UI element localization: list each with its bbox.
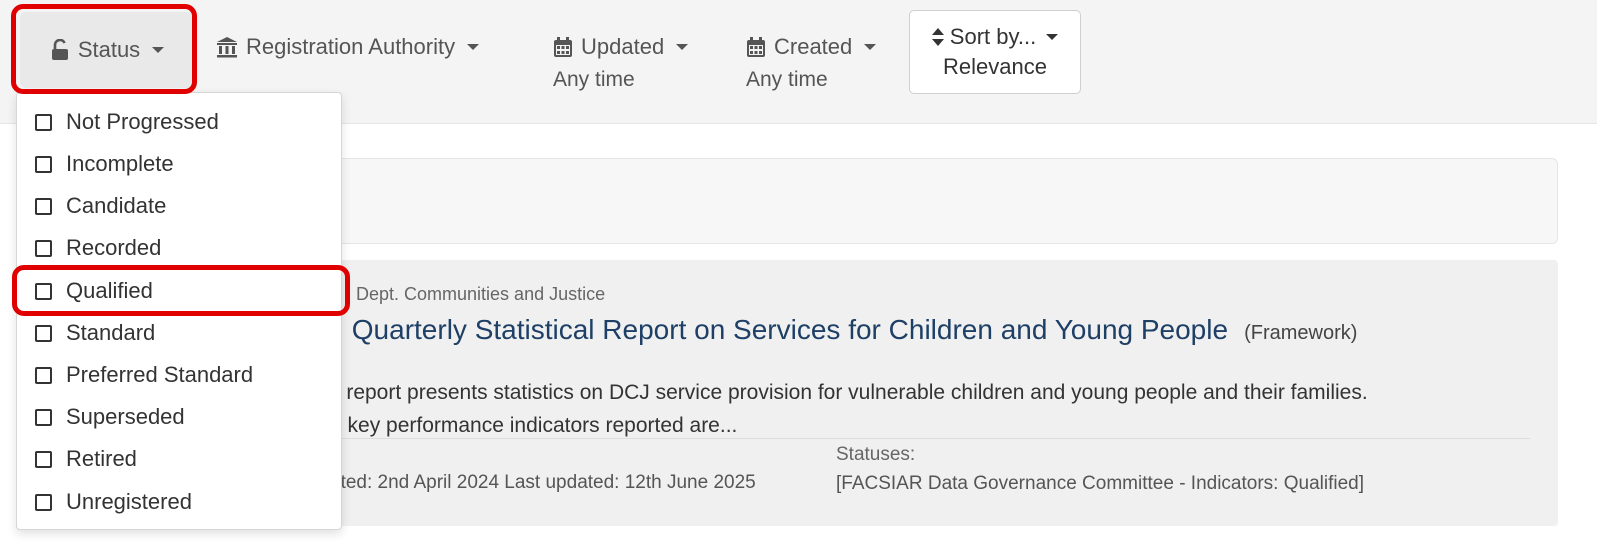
created-filter-button[interactable]: Created Any time (746, 34, 877, 91)
search-panel (330, 158, 1558, 244)
checkbox[interactable] (35, 408, 52, 426)
checkbox[interactable] (35, 450, 52, 468)
chevron-down-icon (1046, 34, 1059, 40)
calendar-icon (746, 36, 766, 58)
chevron-down-icon (152, 47, 165, 53)
status-option-label: Recorded (66, 235, 162, 260)
calendar-icon (553, 36, 573, 58)
updated-filter-label: Updated (581, 34, 665, 59)
status-option-label: Unregistered (66, 489, 192, 514)
status-option-recorded[interactable]: Recorded (35, 235, 161, 261)
sort-icon (931, 28, 944, 46)
result-organisation: Dept. Communities and Justice (356, 284, 606, 304)
status-filter-label: Status (77, 37, 141, 62)
updated-filter-value: Any time (553, 68, 635, 91)
status-option-candidate[interactable]: Candidate (35, 193, 166, 219)
chevron-down-icon (676, 44, 689, 50)
status-option-label: Superseded (66, 404, 185, 429)
status-option-preferred-standard[interactable]: Preferred Standard (35, 362, 253, 388)
result-description: s report presents statistics on DCJ serv… (330, 376, 1530, 442)
unlock-icon (50, 39, 70, 61)
sort-by-label: Sort by... (949, 24, 1037, 49)
chevron-down-icon (467, 44, 480, 50)
status-option-label: Standard (66, 320, 156, 345)
checkbox[interactable] (35, 155, 52, 173)
checkbox[interactable] (35, 239, 52, 257)
checkbox[interactable] (35, 197, 52, 215)
status-option-label: Not Progressed (66, 109, 219, 134)
divider (330, 438, 1530, 439)
status-option-retired[interactable]: Retired (35, 446, 137, 472)
registration-authority-label: Registration Authority (246, 34, 456, 59)
bank-icon (216, 36, 238, 58)
result-type: (Framework) (1244, 322, 1358, 344)
search-result-card: Dept. Communities and Justice J Quarterl… (330, 260, 1558, 526)
status-option-superseded[interactable]: Superseded (35, 404, 185, 430)
result-title-link[interactable]: J Quarterly Statistical Report on Servic… (330, 314, 1357, 346)
checkbox[interactable] (35, 113, 52, 131)
status-option-unregistered[interactable]: Unregistered (35, 489, 192, 515)
result-statuses-label: Statuses: (836, 444, 916, 465)
chevron-down-icon (864, 44, 877, 50)
status-option-label: Candidate (66, 193, 167, 218)
checkbox[interactable] (35, 366, 52, 384)
status-option-label: Retired (66, 446, 137, 471)
checkbox[interactable] (35, 493, 52, 511)
updated-filter-button[interactable]: Updated Any time (553, 34, 689, 91)
status-option-not-progressed[interactable]: Not Progressed (35, 109, 219, 135)
sort-by-value: Relevance (943, 54, 1047, 79)
status-option-standard[interactable]: Standard (35, 320, 155, 346)
status-option-label: Qualified (66, 278, 153, 303)
result-statuses-value: [FACSIAR Data Governance Committee - Ind… (836, 473, 1364, 494)
status-option-label: Incomplete (66, 151, 174, 176)
status-option-qualified[interactable]: Qualified (35, 278, 153, 304)
status-filter-button[interactable]: Status (20, 12, 194, 88)
sort-by-button[interactable]: Sort by... Relevance (909, 10, 1081, 94)
registration-authority-filter-button[interactable]: Registration Authority (216, 34, 480, 60)
checkbox[interactable] (35, 324, 52, 342)
status-option-label: Preferred Standard (66, 362, 254, 387)
checkbox[interactable] (35, 282, 52, 300)
status-option-incomplete[interactable]: Incomplete (35, 151, 174, 177)
created-filter-label: Created (774, 34, 853, 59)
result-dates: ated: 2nd April 2024 Last updated: 12th … (330, 472, 756, 493)
result-title[interactable]: J Quarterly Statistical Report on Servic… (330, 314, 1228, 345)
created-filter-value: Any time (746, 68, 828, 91)
status-dropdown-menu: Not Progressed Incomplete Candidate Reco… (16, 92, 342, 530)
result-description-line-1: s report presents statistics on DCJ serv… (330, 381, 1368, 404)
